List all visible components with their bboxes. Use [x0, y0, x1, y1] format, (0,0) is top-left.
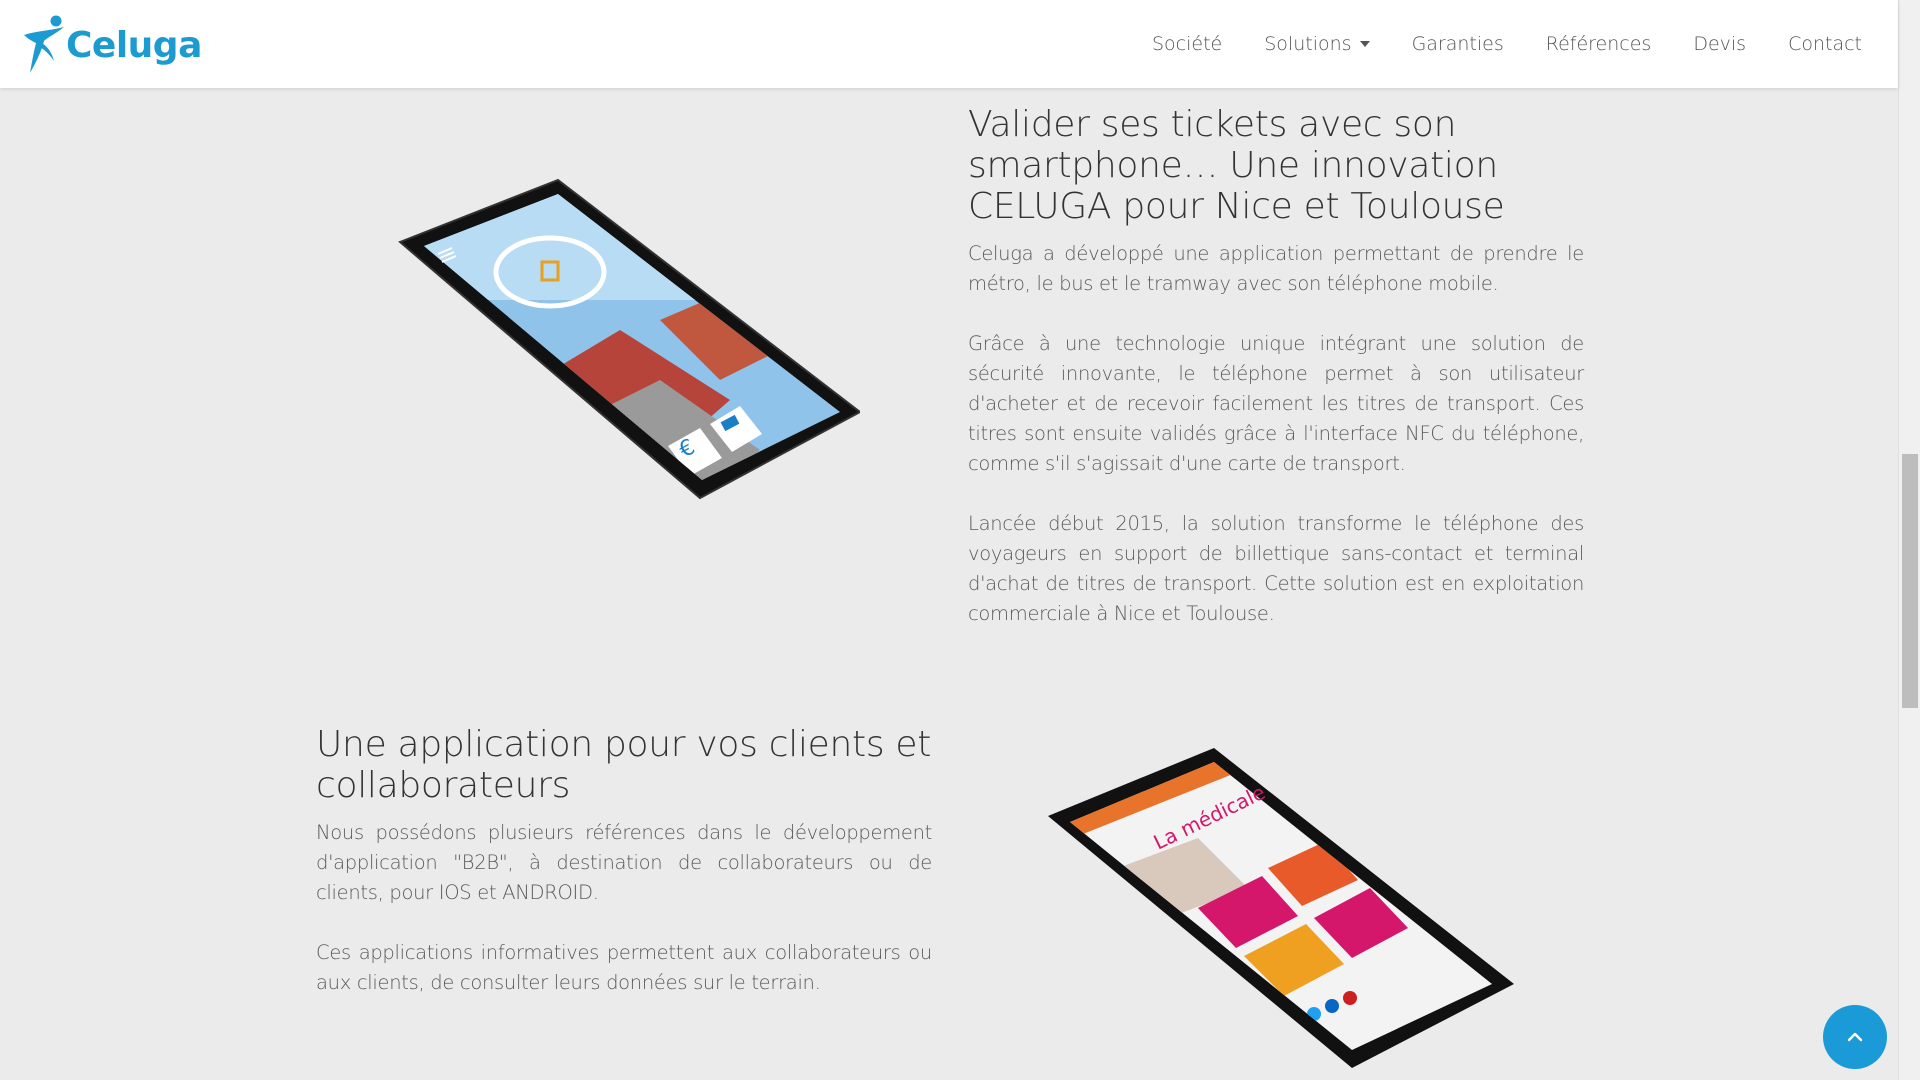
- main-nav: Société Solutions Garanties Références D…: [1110, 0, 1862, 88]
- back-to-top-button[interactable]: [1823, 1005, 1887, 1069]
- page-scrollbar[interactable]: [1898, 0, 1920, 1080]
- b2b-section: Une application pour vos clients et coll…: [316, 724, 932, 998]
- ticket-section-title: Valider ses tickets avec son smartphone……: [968, 104, 1505, 227]
- b2b-section-title: Une application pour vos clients et coll…: [316, 724, 932, 806]
- b2b-paragraph-2: Ces applications informatives permettent…: [316, 941, 932, 994]
- nav-label: Garanties: [1411, 33, 1504, 55]
- brand-logo[interactable]: Celuga: [20, 12, 202, 78]
- ticket-paragraph-2: Grâce à une technologie unique intégrant…: [968, 332, 1584, 475]
- ticket-paragraph-3: Lancée début 2015, la solution transform…: [968, 512, 1584, 625]
- nav-label: Devis: [1693, 33, 1747, 55]
- nav-label: Solutions: [1264, 33, 1352, 55]
- nav-label: Références: [1545, 33, 1652, 55]
- celuga-figure-icon: [24, 15, 64, 73]
- scrollbar-thumb[interactable]: [1902, 454, 1918, 708]
- nav-label: Société: [1152, 33, 1223, 55]
- caret-down-icon: [1359, 41, 1370, 47]
- brand-name: Celuga: [66, 24, 202, 66]
- b2b-paragraph-1: Nous possédons plusieurs références dans…: [316, 821, 932, 904]
- nav-item-garanties[interactable]: Garanties: [1412, 33, 1504, 55]
- medicale-app-phone-image: La médicale: [1030, 740, 1530, 1080]
- nav-item-devis[interactable]: Devis: [1693, 33, 1746, 55]
- ticket-section: Valider ses tickets avec son smartphone……: [968, 104, 1584, 629]
- chevron-up-icon: [1847, 1032, 1863, 1042]
- nav-item-societe[interactable]: Société: [1152, 33, 1222, 55]
- nav-item-solutions[interactable]: Solutions: [1264, 33, 1370, 55]
- site-header: Celuga Société Solutions Garanties Référ…: [0, 0, 1898, 88]
- nav-label: Contact: [1788, 33, 1862, 55]
- nav-item-contact[interactable]: Contact: [1788, 33, 1862, 55]
- ticket-paragraph-1: Celuga a développé une application perme…: [968, 242, 1584, 295]
- nav-item-references[interactable]: Références: [1546, 33, 1652, 55]
- ticket-app-phone-image: €: [380, 170, 862, 510]
